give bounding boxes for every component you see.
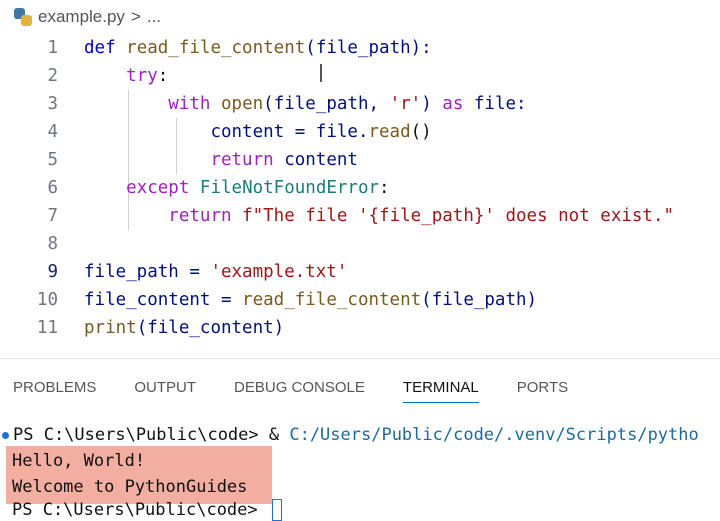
code-line[interactable]: 3 with open(file_path, 'r') as file: <box>0 90 720 118</box>
line-number: 10 <box>36 290 58 310</box>
line-number: 2 <box>47 66 58 86</box>
code-text: with open(file_path, 'r') as file: <box>168 94 527 114</box>
code-text: def read_file_content(file_path): <box>84 38 432 58</box>
line-number: 11 <box>36 318 58 338</box>
command-status-dot-icon <box>2 431 9 439</box>
terminal-command: C:/Users/Public/code/.venv/Scripts/pytho <box>289 425 699 445</box>
terminal-prompt: PS C:\Users\Public\code> & <box>13 425 290 445</box>
line-number: 3 <box>47 94 58 114</box>
terminal-line: PS C:\Users\Public\code> & C:/Users/Publ… <box>0 422 720 448</box>
code-text: file_content = read_file_content(file_pa… <box>84 290 538 310</box>
code-text: return content <box>210 150 358 170</box>
breadcrumb-more[interactable]: ... <box>147 7 161 27</box>
terminal-output: Welcome to PythonGuides <box>12 477 248 497</box>
code-text: content = file.read() <box>210 122 432 142</box>
tab-output[interactable]: OUTPUT <box>134 359 196 415</box>
code-text: file_path = 'example.txt' <box>84 262 348 282</box>
code-line[interactable]: 4 content = file.read() <box>0 118 720 146</box>
line-number: 1 <box>47 38 58 58</box>
terminal-line[interactable]: PS C:\Users\Public\code> <box>12 499 720 521</box>
code-text: try: <box>126 66 169 86</box>
code-line[interactable]: 10 file_content = read_file_content(file… <box>0 286 720 314</box>
terminal-cursor <box>271 499 282 521</box>
line-number: 5 <box>47 150 58 170</box>
code-text: except FileNotFoundError: <box>126 178 390 198</box>
breadcrumb-separator: > <box>130 7 141 26</box>
panel-tabs: PROBLEMS OUTPUT DEBUG CONSOLE TERMINAL P… <box>0 359 720 415</box>
code-text: print(file_content) <box>84 318 285 338</box>
code-line[interactable]: 1 def read_file_content(file_path): <box>0 34 720 62</box>
python-file-icon <box>14 8 32 26</box>
code-line[interactable]: 5 return content <box>0 146 720 174</box>
tab-ports[interactable]: PORTS <box>517 359 568 415</box>
terminal-output: Hello, World! <box>12 451 146 471</box>
tab-problems[interactable]: PROBLEMS <box>13 359 96 415</box>
code-line[interactable]: 7 return f"The file '{file_path}' does n… <box>0 202 720 230</box>
line-number: 7 <box>47 206 58 226</box>
line-number: 6 <box>47 178 58 198</box>
line-number: 4 <box>47 122 58 142</box>
tab-debug-console[interactable]: DEBUG CONSOLE <box>234 359 365 415</box>
breadcrumb: example.py > ... <box>0 0 720 34</box>
line-number: 8 <box>47 234 58 254</box>
code-editor[interactable]: 1 def read_file_content(file_path): 2 tr… <box>0 34 720 350</box>
code-line[interactable]: 8 <box>0 230 720 258</box>
breadcrumb-file[interactable]: example.py <box>38 7 125 27</box>
code-line[interactable]: 2 try: <box>0 62 720 90</box>
code-line[interactable]: 6 except FileNotFoundError: <box>0 174 720 202</box>
line-number: 9 <box>47 262 58 282</box>
code-line[interactable]: 9 file_path = 'example.txt' <box>0 258 720 286</box>
tab-terminal[interactable]: TERMINAL <box>402 359 479 415</box>
terminal-prompt: PS C:\Users\Public\code> <box>12 500 268 520</box>
code-line[interactable]: 11 print(file_content) <box>0 314 720 342</box>
code-text: return f"The file '{file_path}' does not… <box>168 206 675 226</box>
